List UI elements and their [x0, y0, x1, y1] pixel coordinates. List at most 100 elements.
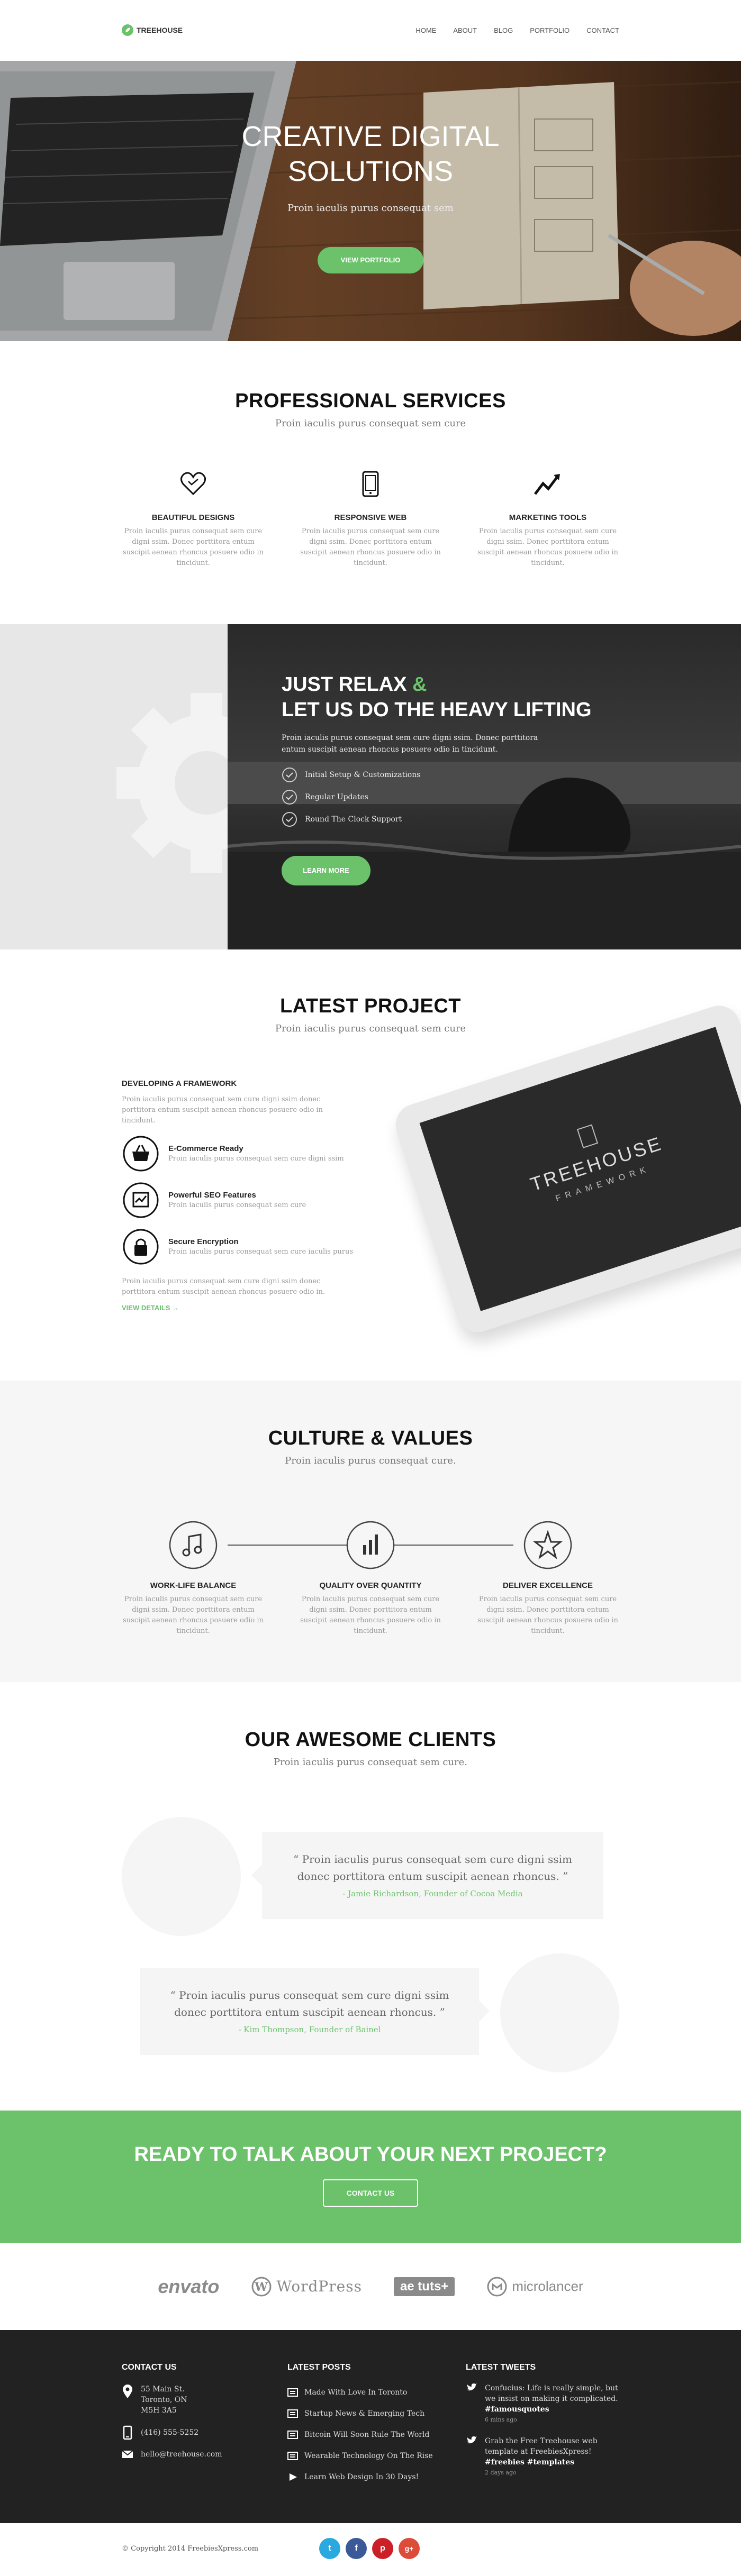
- culture-grid: WORK-LIFE BALANCE Proin iaculis purus co…: [122, 1521, 619, 1637]
- check-circle-icon: [282, 812, 297, 827]
- address-line: Toronto, ON: [141, 2396, 187, 2404]
- project-outro: Proin iaculis purus consequat sem cure d…: [122, 1277, 326, 1296]
- post-item[interactable]: Bitcoin Will Soon Rule The World: [287, 2424, 446, 2445]
- footer-posts-title: LATEST POSTS: [287, 2363, 351, 2372]
- footer-tweets: LATEST TWEETS Confucius: Life is really …: [466, 2363, 619, 2478]
- project-details: DEVELOPING A FRAMEWORK Proin iaculis pur…: [122, 1079, 365, 1312]
- phone-number[interactable]: (416) 555-5252: [141, 2428, 198, 2437]
- tuts-logo: ae tuts+: [393, 2277, 455, 2296]
- music-icon: [169, 1521, 218, 1569]
- tablet-logo-icon: [576, 1124, 599, 1148]
- map-pin-icon: [123, 2385, 132, 2398]
- nav-home[interactable]: HOME: [415, 26, 436, 34]
- value-card: DELIVER EXCELLENCE Proin iaculis purus c…: [476, 1521, 619, 1637]
- facebook-icon[interactable]: f: [346, 2538, 367, 2559]
- footer-tweets-title: LATEST TWEETS: [466, 2363, 536, 2372]
- feature-item: Powerful SEO Features Proin iaculis purus…: [122, 1181, 365, 1228]
- service-card: MARKETING TOOLS Proin iaculis purus cons…: [476, 471, 619, 569]
- play-icon: [290, 2473, 297, 2481]
- partner-logos: envato W WordPress ae tuts+ microlancer: [0, 2243, 741, 2330]
- feature-text: Proin iaculis purus consequat sem cure: [168, 1201, 306, 1209]
- tweet-tag[interactable]: #famousquotes: [485, 2404, 619, 2415]
- testimonial-author: - Jamie Richardson, Founder of Cocoa Med…: [342, 1889, 523, 1898]
- feature-item: Secure Encryption Proin iaculis purus con…: [122, 1228, 365, 1274]
- nav-contact[interactable]: CONTACT: [586, 26, 619, 34]
- feature-title: Secure Encryption: [168, 1237, 239, 1246]
- tweet-time: 6 mins ago: [485, 2416, 517, 2423]
- service-title: MARKETING TOOLS: [509, 513, 587, 522]
- relax-list: Initial Setup & Customizations Regular U…: [282, 764, 599, 830]
- relax-title: JUST RELAX & LET US DO THE HEAVY LIFTING: [282, 673, 592, 721]
- envato-logo: envato: [158, 2275, 220, 2297]
- google-plus-icon[interactable]: g+: [399, 2538, 420, 2559]
- post-item[interactable]: Made With Love In Toronto: [287, 2382, 446, 2403]
- value-card: QUALITY OVER QUANTITY Proin iaculis puru…: [299, 1521, 442, 1637]
- gear-icon: [116, 693, 228, 873]
- clients-subtitle: Proin iaculis purus consequat sem cure.: [273, 1757, 468, 1768]
- tweet-tag[interactable]: #freebies #templates: [485, 2457, 619, 2468]
- testimonial-card: “ Proin iaculis purus consequat sem cure…: [140, 1968, 490, 2055]
- culture-subtitle: Proin iaculis purus consequat cure.: [285, 1455, 456, 1466]
- tablet-icon: [362, 471, 379, 497]
- document-icon: [287, 2409, 298, 2418]
- nav-portfolio[interactable]: PORTFOLIO: [530, 26, 570, 34]
- service-card: BEAUTIFUL DESIGNS Proin iaculis purus co…: [122, 471, 265, 569]
- twitter-icon[interactable]: t: [319, 2538, 340, 2559]
- pinterest-icon[interactable]: p: [372, 2538, 393, 2559]
- tablet-mockup: TREEHOUSE FRAMEWORK: [390, 1000, 741, 1338]
- post-item[interactable]: Learn Web Design In 30 Days!: [287, 2467, 446, 2488]
- phone-icon: [123, 2425, 132, 2440]
- basket-icon: [123, 1136, 159, 1172]
- contact-us-button[interactable]: CONTACT US: [323, 2179, 418, 2207]
- nav-menu: HOME ABOUT BLOG PORTFOLIO CONTACT: [415, 26, 619, 34]
- twitter-bird-icon: [467, 2383, 477, 2391]
- project-section: LATEST PROJECT Proin iaculis purus conse…: [0, 949, 741, 1381]
- relax-section: JUST RELAX & LET US DO THE HEAVY LIFTING…: [0, 624, 741, 949]
- feature-title: Powerful SEO Features: [168, 1191, 256, 1200]
- phone-row: (416) 555-5252: [122, 2425, 270, 2440]
- social-links: t f p g+: [319, 2538, 420, 2559]
- cta-title: READY TO TALK ABOUT YOUR NEXT PROJECT?: [134, 2143, 607, 2166]
- nav-about[interactable]: ABOUT: [453, 26, 477, 34]
- footer-contact: CONTACT US 55 Main St. Toronto, ON M5H 3…: [122, 2363, 270, 2459]
- project-heading: DEVELOPING A FRAMEWORK: [122, 1079, 237, 1088]
- svg-text:W: W: [255, 2280, 269, 2294]
- post-item[interactable]: Startup News & Emerging Tech: [287, 2403, 446, 2424]
- feature-list: E-Commerce Ready Proin iaculis purus cons…: [122, 1135, 365, 1274]
- wordpress-logo: W WordPress: [251, 2276, 362, 2297]
- nav-blog[interactable]: BLOG: [494, 26, 513, 34]
- value-text: Proin iaculis purus consequat sem cure d…: [300, 1595, 441, 1635]
- microlancer-logo: microlancer: [486, 2276, 583, 2297]
- address-line: M5H 3A5: [141, 2406, 177, 2415]
- clients-section: OUR AWESOME CLIENTS Proin iaculis purus …: [0, 1682, 741, 2111]
- feature-text: Proin iaculis purus consequat sem cure i…: [168, 1248, 354, 1256]
- triangle-pointer: [251, 1865, 262, 1886]
- feature-text: Proin iaculis purus consequat sem cure d…: [168, 1155, 344, 1163]
- value-text: Proin iaculis purus consequat sem cure d…: [477, 1595, 618, 1635]
- relax-photo-panel: JUST RELAX & LET US DO THE HEAVY LIFTING…: [228, 624, 741, 949]
- project-subtitle: Proin iaculis purus consequat sem cure: [275, 1023, 466, 1034]
- view-portfolio-button[interactable]: VIEW PORTFOLIO: [318, 247, 423, 273]
- hero: CREATIVE DIGITAL SOLUTIONS Proin iaculis…: [0, 61, 741, 341]
- brand-logo[interactable]: TREEHOUSE: [122, 24, 183, 36]
- value-card: WORK-LIFE BALANCE Proin iaculis purus co…: [122, 1521, 265, 1637]
- microlancer-icon: [487, 2277, 507, 2296]
- relax-content: JUST RELAX & LET US DO THE HEAVY LIFTING…: [282, 672, 599, 885]
- copyright: © Copyright 2014 FreebiesXpress.com: [122, 2545, 259, 2553]
- feature-title: E-Commerce Ready: [168, 1144, 243, 1153]
- learn-more-button[interactable]: LEARN MORE: [282, 856, 370, 885]
- service-card: RESPONSIVE WEB Proin iaculis purus conse…: [299, 471, 442, 569]
- value-title: QUALITY OVER QUANTITY: [319, 1581, 422, 1590]
- culture-title: CULTURE & VALUES: [268, 1427, 473, 1449]
- value-title: DELIVER EXCELLENCE: [502, 1581, 593, 1590]
- services-grid: BEAUTIFUL DESIGNS Proin iaculis purus co…: [122, 471, 619, 569]
- triangle-pointer: [479, 2000, 490, 2022]
- post-item[interactable]: Wearable Technology On The Rise: [287, 2445, 446, 2467]
- heart-icon: [180, 472, 206, 496]
- email-address[interactable]: hello@treehouse.com: [141, 2450, 222, 2459]
- services-title: PROFESSIONAL SERVICES: [235, 390, 506, 412]
- tweet-time: 2 days ago: [485, 2469, 517, 2476]
- testimonial-card: “ Proin iaculis purus consequat sem cure…: [251, 1832, 603, 1919]
- view-details-link[interactable]: VIEW DETAILS →: [122, 1304, 365, 1312]
- testimonial-quote: “ Proin iaculis purus consequat sem cure…: [293, 1853, 572, 1883]
